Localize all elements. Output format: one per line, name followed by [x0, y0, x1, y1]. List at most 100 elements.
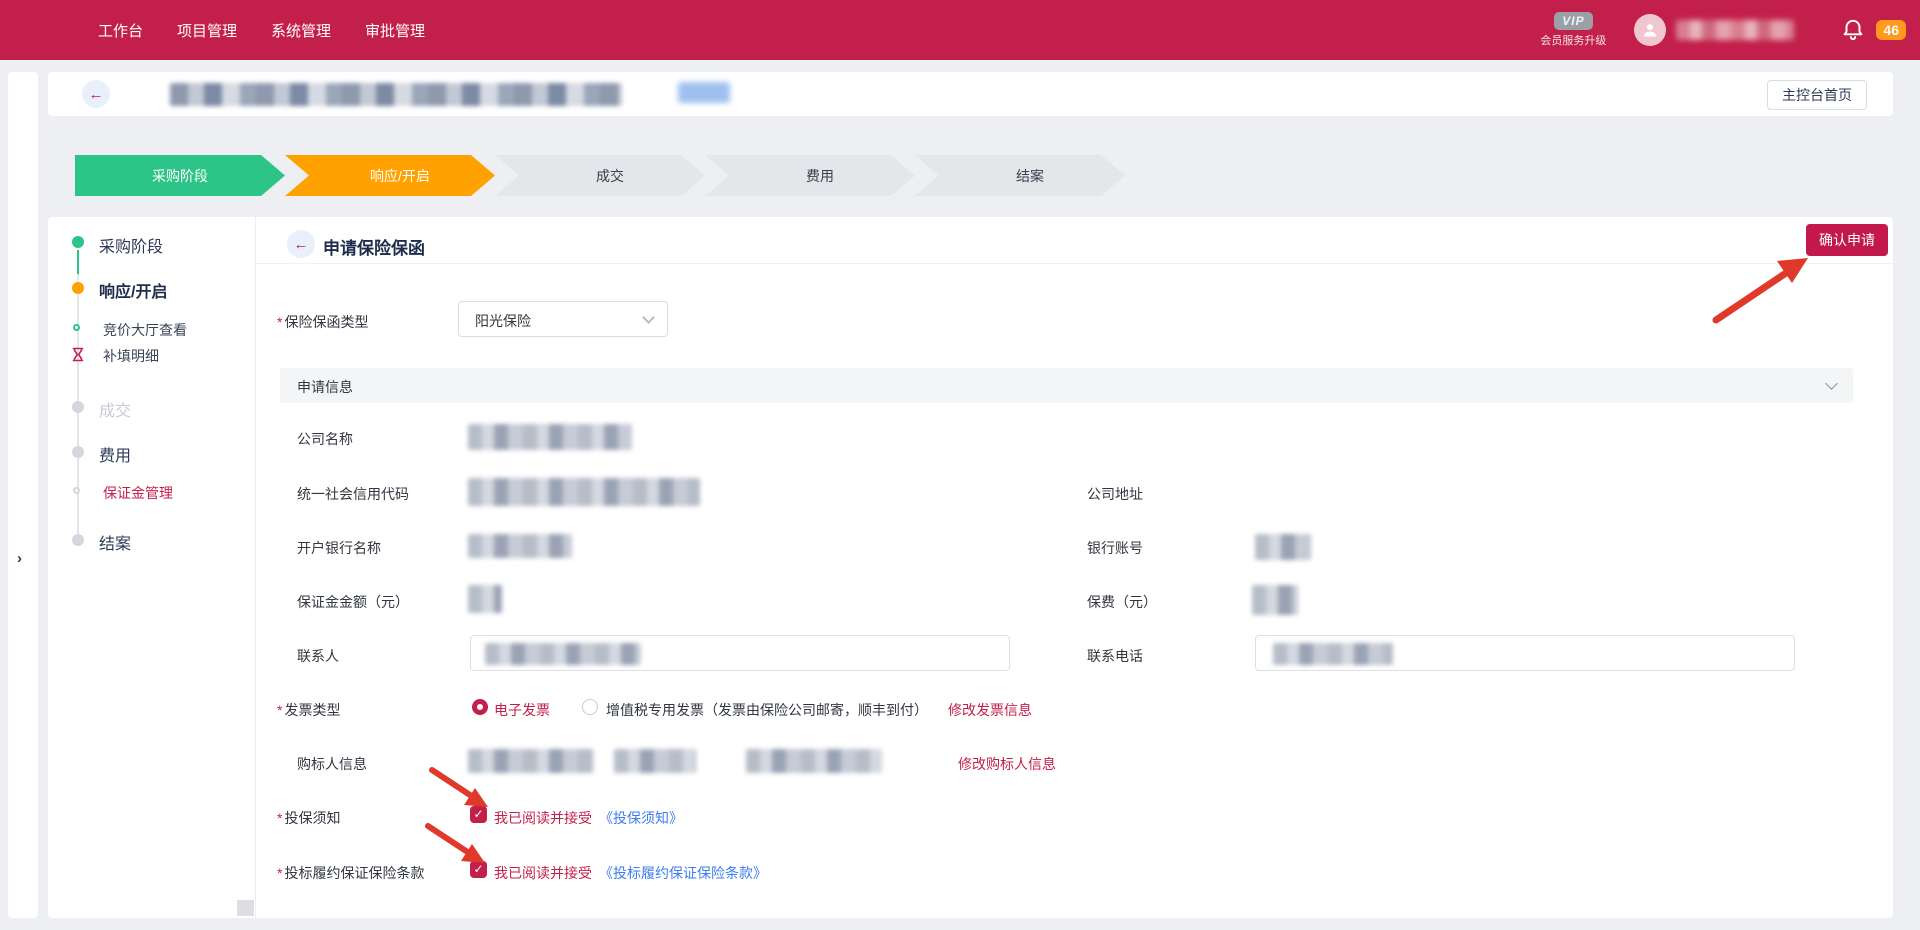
left-collapse-panel: ›: [8, 72, 38, 918]
vip-caption: 会员服务升级: [1540, 32, 1606, 48]
radio-vat-invoice[interactable]: [582, 699, 598, 715]
company-address-label: 公司地址: [1087, 484, 1143, 504]
sidebar-item-close[interactable]: 结案: [99, 530, 131, 554]
label-text: 投标履约保证保险条款: [284, 865, 424, 881]
sidebar-item-response[interactable]: 响应/开启: [99, 278, 167, 302]
contact-phone-value-redacted: [1273, 643, 1393, 665]
section-apply-info[interactable]: 申请信息: [280, 368, 1853, 403]
sidebar-item-fees[interactable]: 费用: [99, 442, 131, 466]
sidebar-item-deposit-mgmt[interactable]: 保证金管理: [103, 483, 173, 503]
top-menu: 工作台 项目管理 系统管理 审批管理: [0, 20, 425, 41]
credit-code-label: 统一社会信用代码: [297, 484, 409, 504]
notice-agree-text: 我已阅读并接受: [494, 808, 592, 828]
step-fees: 费用: [705, 155, 915, 196]
insurance-type-label: *保险保函类型: [277, 312, 368, 332]
radio-electronic-invoice-label[interactable]: 电子发票: [494, 700, 550, 720]
username-redacted: [1676, 20, 1794, 40]
label-text: 投保须知: [284, 810, 340, 826]
collapse-chevron-icon[interactable]: [1825, 377, 1838, 390]
step-label: 响应/开启: [350, 166, 430, 186]
back-button[interactable]: ←: [82, 80, 110, 108]
chevron-down-icon: [642, 311, 655, 324]
timeline-ring-bidding-hall: [73, 324, 80, 331]
sidebar-scrollbar-thumb[interactable]: [237, 900, 254, 916]
menu-item-approval[interactable]: 审批管理: [365, 20, 425, 41]
vip-upgrade[interactable]: VIP 会员服务升级: [1540, 12, 1606, 48]
label-text: 保险保函类型: [284, 314, 368, 330]
sidebar-item-fill-details[interactable]: 补填明细: [103, 346, 159, 366]
sidebar-item-label: 费用: [99, 442, 131, 466]
main-card: 采购阶段 响应/开启 竞价大厅查看 补填明细 成交 费用 保证金管理 结案 ← …: [48, 217, 1893, 918]
back-arrow-icon: ←: [294, 236, 309, 253]
expand-chevron-icon[interactable]: ›: [17, 550, 22, 567]
notification-bell-icon[interactable]: [1840, 17, 1866, 43]
menu-item-system[interactable]: 系统管理: [271, 20, 331, 41]
timeline-connector-done: [77, 250, 79, 274]
person-icon: [1640, 20, 1660, 40]
insurance-type-select[interactable]: 阳光保险: [458, 301, 668, 337]
label-text: 发票类型: [284, 702, 340, 718]
timeline-ring-deposit: [73, 487, 80, 494]
contact-phone-input[interactable]: [1255, 635, 1795, 671]
radio-vat-invoice-label[interactable]: 增值税专用发票（发票由保险公司邮寄，顺丰到付）: [606, 700, 928, 720]
sidebar-item-deal[interactable]: 成交: [99, 397, 131, 421]
project-title-redacted: [170, 83, 622, 106]
user-avatar[interactable]: [1634, 14, 1666, 46]
edit-buyer-info-link[interactable]: 修改购标人信息: [958, 754, 1056, 774]
clause-doc-link[interactable]: 《投标履约保证保险条款》: [599, 863, 767, 883]
deposit-amount-label: 保证金金额（元）: [297, 592, 409, 612]
step-response-open: 响应/开启: [285, 155, 495, 196]
page-root: 工作台 项目管理 系统管理 审批管理 VIP 会员服务升级 46: [0, 0, 1920, 930]
notification-count-badge: 46: [1876, 20, 1906, 40]
page-title: 申请保险保函: [323, 234, 425, 259]
sidebar-item-label: 采购阶段: [99, 233, 163, 257]
header-divider: [256, 263, 1893, 264]
bank-name-value-redacted: [468, 534, 572, 558]
bank-name-label: 开户银行名称: [297, 538, 381, 558]
step-label: 费用: [786, 166, 834, 186]
required-mark: *: [277, 314, 282, 330]
hourglass-icon: [71, 347, 85, 362]
menu-item-projects[interactable]: 项目管理: [177, 20, 237, 41]
sidebar-divider: [255, 217, 256, 918]
console-home-button[interactable]: 主控台首页: [1767, 80, 1867, 110]
clause-checkbox[interactable]: ✓: [470, 861, 487, 878]
timeline-dot-procurement: [72, 236, 84, 248]
contact-phone-label: 联系电话: [1087, 646, 1143, 666]
sidebar-item-label: 保证金管理: [103, 483, 173, 503]
timeline-dot-fees: [72, 446, 84, 458]
invoice-type-label: *发票类型: [277, 700, 340, 720]
menu-item-workbench[interactable]: 工作台: [98, 20, 143, 41]
notice-doc-link[interactable]: 《投保须知》: [599, 808, 683, 828]
select-value: 阳光保险: [475, 311, 531, 331]
vip-icon: VIP: [1554, 12, 1592, 30]
contact-label: 联系人: [297, 646, 339, 666]
sidebar-item-label: 响应/开启: [99, 278, 167, 302]
step-label: 结案: [996, 166, 1044, 186]
step-procurement: 采购阶段: [75, 155, 285, 196]
deposit-amount-value-redacted: [468, 585, 502, 613]
back-arrow-icon: ←: [89, 86, 104, 103]
sidebar-item-label: 竞价大厅查看: [103, 320, 187, 340]
clause-agree-text: 我已阅读并接受: [494, 863, 592, 883]
nav-right-cluster: VIP 会员服务升级 46: [1540, 0, 1906, 60]
contact-value-redacted: [485, 643, 641, 665]
sidebar-item-bidding-hall[interactable]: 竞价大厅查看: [103, 320, 187, 340]
notice-checkbox[interactable]: ✓: [470, 806, 487, 823]
notice-label: *投保须知: [277, 808, 340, 828]
edit-invoice-info-link[interactable]: 修改发票信息: [948, 700, 1032, 720]
buyer-info-value-redacted: [614, 749, 696, 773]
radio-electronic-invoice[interactable]: [472, 699, 488, 715]
sidebar-item-label: 成交: [99, 397, 131, 421]
sidebar-item-label: 补填明细: [103, 346, 159, 366]
company-name-label: 公司名称: [297, 429, 353, 449]
buyer-info-label: 购标人信息: [297, 754, 367, 774]
sidebar-item-procurement[interactable]: 采购阶段: [99, 233, 163, 257]
top-nav-bar: 工作台 项目管理 系统管理 审批管理 VIP 会员服务升级 46: [0, 0, 1920, 60]
form-back-button[interactable]: ←: [287, 230, 315, 258]
contact-input[interactable]: [470, 635, 1010, 671]
required-mark: *: [277, 810, 282, 826]
timeline-dot-deal: [72, 401, 84, 413]
step-label: 成交: [576, 166, 624, 186]
confirm-apply-button[interactable]: 确认申请: [1806, 224, 1888, 256]
